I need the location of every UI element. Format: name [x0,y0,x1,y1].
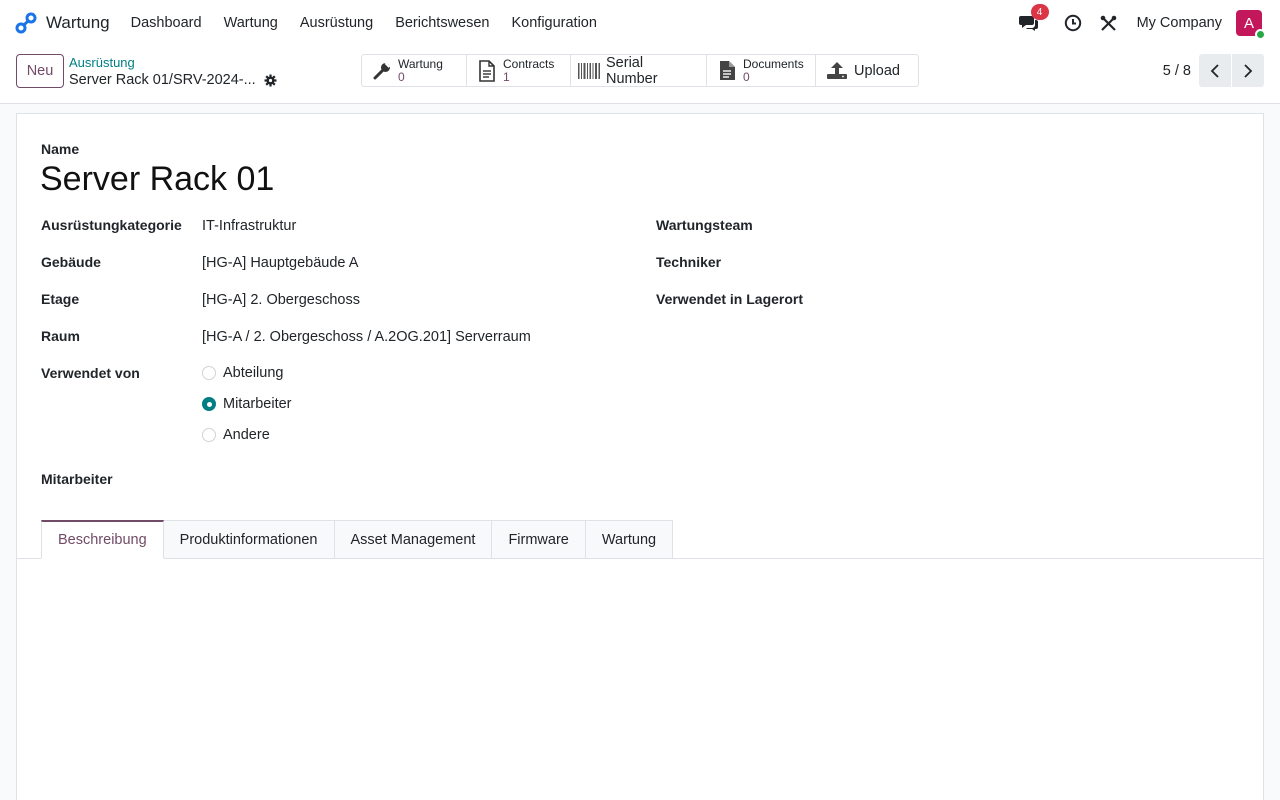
menu-dashboard[interactable]: Dashboard [120,15,213,31]
smart-button-label: Documents [743,56,804,71]
pager-previous-button[interactable] [1199,54,1231,87]
barcode-icon [578,60,600,82]
room-field[interactable]: [HG-A / 2. Obergeschoss / A.2OG.201] Ser… [202,329,531,345]
name-field[interactable]: Server Rack 01 [40,160,274,199]
floor-label: Etage [41,291,80,307]
app-brand[interactable]: Wartung [14,11,110,35]
new-button[interactable]: Neu [16,54,64,88]
radio-button-checked[interactable] [202,397,216,411]
control-panel: Neu Ausrüstung Server Rack 01/SRV-2024-.… [0,46,1280,104]
messages-badge: 4 [1030,4,1049,20]
tools-icon [1100,15,1117,31]
category-field[interactable]: IT-Infrastruktur [202,218,296,234]
smart-button-value: 0 [743,69,750,84]
tab-wartung[interactable]: Wartung [585,520,674,559]
breadcrumb-parent-link[interactable]: Ausrüstung [69,55,277,70]
breadcrumb-current: Server Rack 01/SRV-2024-... [69,72,256,88]
app-logo-icon [15,12,37,34]
tab-firmware[interactable]: Firmware [492,520,586,559]
upload-icon [826,60,848,82]
smart-button-label: Upload [854,62,900,79]
menu-wartung[interactable]: Wartung [213,15,289,31]
pager-counter[interactable]: 5 / 8 [1163,63,1191,79]
room-label: Raum [41,328,80,344]
radio-label: Abteilung [223,365,284,381]
technician-label: Techniker [656,254,722,270]
menu-berichtswesen[interactable]: Berichtswesen [384,15,500,31]
document-icon [477,59,497,82]
form-sheet [16,113,1264,800]
record-pager: 5 / 8 [1163,54,1264,87]
radio-label: Andere [223,427,270,443]
menu-ausruestung[interactable]: Ausrüstung [289,15,384,31]
tab-asset-management[interactable]: Asset Management [334,520,493,559]
main-menu: Dashboard Wartung Ausrüstung Berichtswes… [120,15,608,31]
employee-label: Mitarbeiter [41,471,113,487]
avatar-letter: A [1243,14,1254,32]
chevron-left-icon [1210,63,1219,78]
messages-button[interactable]: 4 [1017,4,1049,35]
radio-option-abteilung[interactable]: Abteilung [202,365,283,381]
chevron-right-icon [1244,63,1253,78]
pager-next-button[interactable] [1232,54,1264,87]
radio-button[interactable] [202,366,216,380]
tab-produktinformationen[interactable]: Produktinformationen [163,520,335,559]
building-label: Gebäude [41,254,101,270]
company-switcher[interactable]: My Company [1137,15,1222,31]
smart-button-label: Wartung [398,56,443,71]
smart-button-wartung[interactable]: Wartung 0 [362,55,467,86]
radio-button[interactable] [202,428,216,442]
file-icon [717,60,737,82]
menu-konfiguration[interactable]: Konfiguration [500,15,607,31]
app-name: Wartung [46,13,110,32]
location-label: Verwendet in Lagerort [656,291,804,307]
smart-button-value: 1 [503,69,510,84]
radio-option-mitarbeiter[interactable]: Mitarbeiter [202,396,292,412]
gear-icon[interactable] [264,74,277,87]
floor-field[interactable]: [HG-A] 2. Obergeschoss [202,292,360,308]
clock-icon [1064,14,1081,32]
maintenance-team-label: Wartungsteam [656,217,753,233]
top-navbar: Wartung Dashboard Wartung Ausrüstung Ber… [0,0,1280,46]
smart-button-contracts[interactable]: Contracts 1 [467,55,571,86]
notebook-tabs: Beschreibung Produktinformationen Asset … [41,520,674,559]
radio-label: Mitarbeiter [223,396,292,412]
navbar-right: 4 My Company A [1011,0,1280,46]
user-avatar[interactable]: A [1236,10,1266,40]
smart-button-serial-number[interactable]: Serial Number [571,54,707,87]
radio-option-andere[interactable]: Andere [202,427,270,443]
smart-button-value: 0 [398,69,405,84]
smart-button-documents[interactable]: Documents 0 [707,55,816,86]
used-by-label: Verwendet von [41,365,140,381]
breadcrumb: Ausrüstung Server Rack 01/SRV-2024-... [69,55,277,88]
smart-button-label: Serial Number [606,54,658,87]
category-label: Ausrüstungkategorie [41,217,182,233]
tab-beschreibung[interactable]: Beschreibung [41,520,164,559]
building-field[interactable]: [HG-A] Hauptgebäude A [202,255,358,271]
name-label: Name [41,141,80,157]
debug-tools-button[interactable] [1097,11,1121,35]
wrench-icon [372,60,392,82]
smart-button-label: Contracts [503,56,555,71]
smart-button-upload[interactable]: Upload [816,55,918,86]
activities-button[interactable] [1061,11,1085,35]
online-status-icon [1255,29,1266,40]
smart-buttons: Wartung 0 Contracts 1 Serial Number Docu… [361,54,919,87]
